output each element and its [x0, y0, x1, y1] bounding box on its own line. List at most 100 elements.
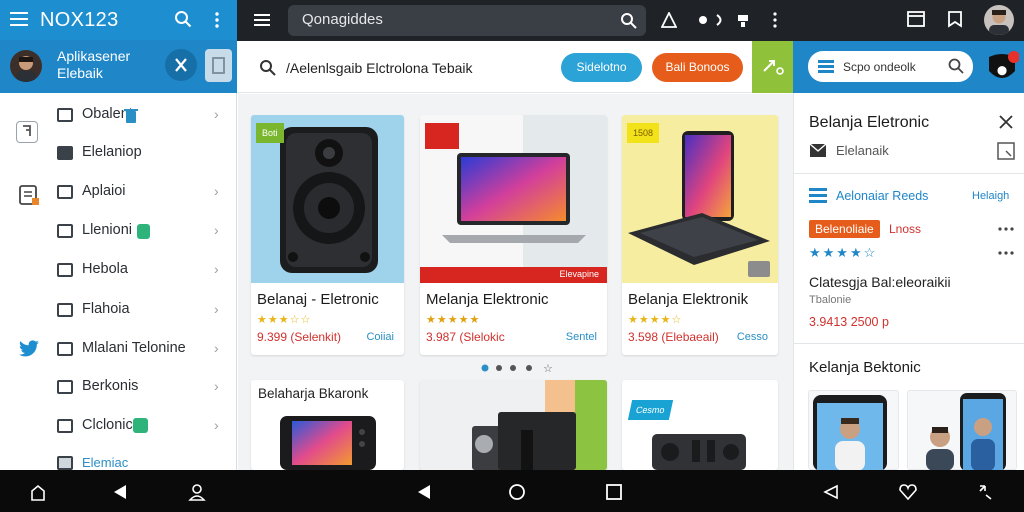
product-title: Belaharja Bkaronk: [258, 386, 369, 401]
checkbox-icon[interactable]: [57, 380, 73, 394]
center-more-icon[interactable]: [773, 12, 777, 28]
sidebar-item-8[interactable]: Berkonis ›: [0, 368, 237, 406]
query-text[interactable]: /Aelenlsgaib Elctrolona Tebaik: [286, 60, 473, 76]
expand-icon[interactable]: [997, 142, 1015, 160]
center-menu-icon[interactable]: [254, 13, 270, 27]
image-icon: [57, 146, 73, 160]
product-badge: Cesmo: [627, 400, 673, 420]
sidebar-item-7[interactable]: Mlalani Telonine ›: [0, 330, 237, 368]
speaker-device-image: [652, 434, 748, 470]
account-avatar[interactable]: [10, 50, 42, 82]
profile-nav-icon[interactable]: [188, 483, 206, 501]
checkbox-icon[interactable]: [57, 342, 73, 356]
svg-text:☆: ☆: [543, 362, 553, 374]
product-title: Belanaj - Eletronic: [257, 291, 379, 308]
product-card-2[interactable]: Elevapine Melanja Elektronic ★★★★★ 3.987…: [420, 115, 607, 355]
product-banner: Elevapine: [559, 269, 599, 279]
sidebar-item-9[interactable]: Clclonic ›: [0, 407, 237, 445]
alert-icon[interactable]: [661, 12, 677, 28]
sidebar-item-label: Elemiac: [82, 455, 129, 470]
logo-icon[interactable]: ⬤: [987, 51, 1019, 85]
left-search-icon[interactable]: [174, 10, 192, 28]
center-search-icon[interactable]: [620, 12, 637, 29]
left-menu-icon[interactable]: [10, 11, 28, 27]
window-icon[interactable]: [907, 11, 925, 27]
account-expand-button[interactable]: [205, 49, 232, 82]
sidebar-item-10[interactable]: Elemiac: [0, 446, 237, 470]
more-horizontal-icon[interactable]: [998, 251, 1014, 255]
sidebar-item-label: Berkonis: [82, 378, 139, 394]
tag-label: Belenoliaie: [809, 220, 880, 238]
chevron-right-icon: ›: [214, 106, 219, 122]
account-switch-button[interactable]: [165, 49, 197, 81]
more-horizontal-icon[interactable]: [998, 227, 1014, 231]
sidebar-item-4[interactable]: Llenioni ›: [0, 212, 237, 250]
nav-recents-icon[interactable]: [605, 483, 623, 501]
product-shipping[interactable]: Sentel: [566, 331, 597, 343]
share-button[interactable]: [752, 41, 793, 93]
filter-primary-button[interactable]: Sidelotno: [561, 53, 642, 82]
right-search-text: Scpo ondeolk: [843, 60, 916, 74]
sidebar-item-3[interactable]: Aplaioi ›: [0, 173, 237, 211]
product-card-6[interactable]: Cesmo: [622, 380, 778, 470]
divider: [794, 173, 1024, 174]
product-badge: Boti: [256, 123, 284, 143]
profile-avatar[interactable]: [984, 5, 1014, 35]
home-alt-icon[interactable]: [29, 483, 47, 501]
nav-back-outline-icon[interactable]: [822, 483, 840, 501]
sidebar-item-label: Flahoia: [82, 301, 130, 317]
carousel-indicator[interactable]: ☆: [479, 362, 555, 374]
product-price: 3.987 (Slelokic: [426, 330, 505, 344]
checkbox-icon[interactable]: [57, 224, 73, 238]
nav-home-icon[interactable]: [508, 483, 526, 501]
product-title: Clatesgja Bal:eleoraikii: [809, 274, 951, 290]
account-name: Aplikasener Elebaik: [57, 48, 167, 82]
panel-subitem: Elelanaik: [836, 143, 889, 158]
sidebar-item-1[interactable]: Obalent ›: [0, 96, 237, 134]
checkbox-icon[interactable]: [57, 185, 73, 199]
nav-heart-icon[interactable]: [898, 483, 918, 501]
product-subtitle: Tbalonie: [809, 294, 852, 306]
list-icon: [809, 188, 827, 204]
checkbox-icon[interactable]: [57, 419, 73, 433]
green-badge-icon: [137, 224, 150, 239]
left-more-icon[interactable]: [215, 12, 219, 28]
svg-text:⬤: ⬤: [997, 66, 1007, 76]
trash-icon: [124, 108, 138, 124]
product-card-1[interactable]: Boti Belanaj - Eletronic ★★★☆☆ 9.399 (Se…: [251, 115, 404, 355]
nav-rotate-icon[interactable]: [976, 483, 994, 501]
sidebar-item-2[interactable]: Elelaniop: [0, 134, 237, 172]
rating-stars: ★★★★★: [426, 314, 481, 326]
sidebar-item-5[interactable]: Hebola ›: [0, 251, 237, 289]
tablet-image: [280, 414, 376, 470]
query-search-icon: [259, 59, 276, 76]
rating-stars: ★★★★☆: [628, 314, 683, 326]
section-link[interactable]: Helaigh: [972, 190, 1009, 202]
right-search-icon[interactable]: [948, 58, 964, 74]
phone-promo-card-2[interactable]: [907, 390, 1017, 471]
filter-secondary-button[interactable]: Bali Bonoos: [652, 53, 743, 82]
checkbox-icon[interactable]: [57, 263, 73, 277]
rating-stars: ★★★★☆: [809, 245, 878, 260]
nav-back-icon[interactable]: [415, 483, 433, 501]
list-icon: [57, 456, 73, 470]
product-shipping[interactable]: Cesso: [737, 331, 768, 343]
product-card-5[interactable]: [420, 380, 607, 470]
mail-icon: [809, 143, 827, 158]
product-price: 3.598 (Elebaeail): [628, 330, 719, 344]
product-price: 9.399 (Selenkit): [257, 330, 342, 344]
close-icon[interactable]: [998, 114, 1014, 130]
product-card-4[interactable]: Belaharja Bkaronk: [251, 380, 404, 470]
checkbox-icon[interactable]: [57, 303, 73, 317]
extensions-icon[interactable]: [697, 12, 753, 28]
account-name-line1: Aplikasener: [57, 48, 131, 64]
product-card-3[interactable]: 1508 Belanja Elektronik ★★★★☆ 3.598 (Ele…: [622, 115, 778, 355]
sidebar-item-6[interactable]: Flahoia ›: [0, 291, 237, 329]
chevron-right-icon: ›: [214, 301, 219, 317]
product-badge: 1508: [627, 123, 660, 143]
product-shipping[interactable]: Coiiai: [366, 331, 394, 343]
phone-promo-card-1[interactable]: [808, 390, 899, 471]
back-icon[interactable]: [111, 483, 129, 501]
bookmark-icon[interactable]: [946, 10, 964, 28]
checkbox-icon[interactable]: [57, 108, 73, 122]
